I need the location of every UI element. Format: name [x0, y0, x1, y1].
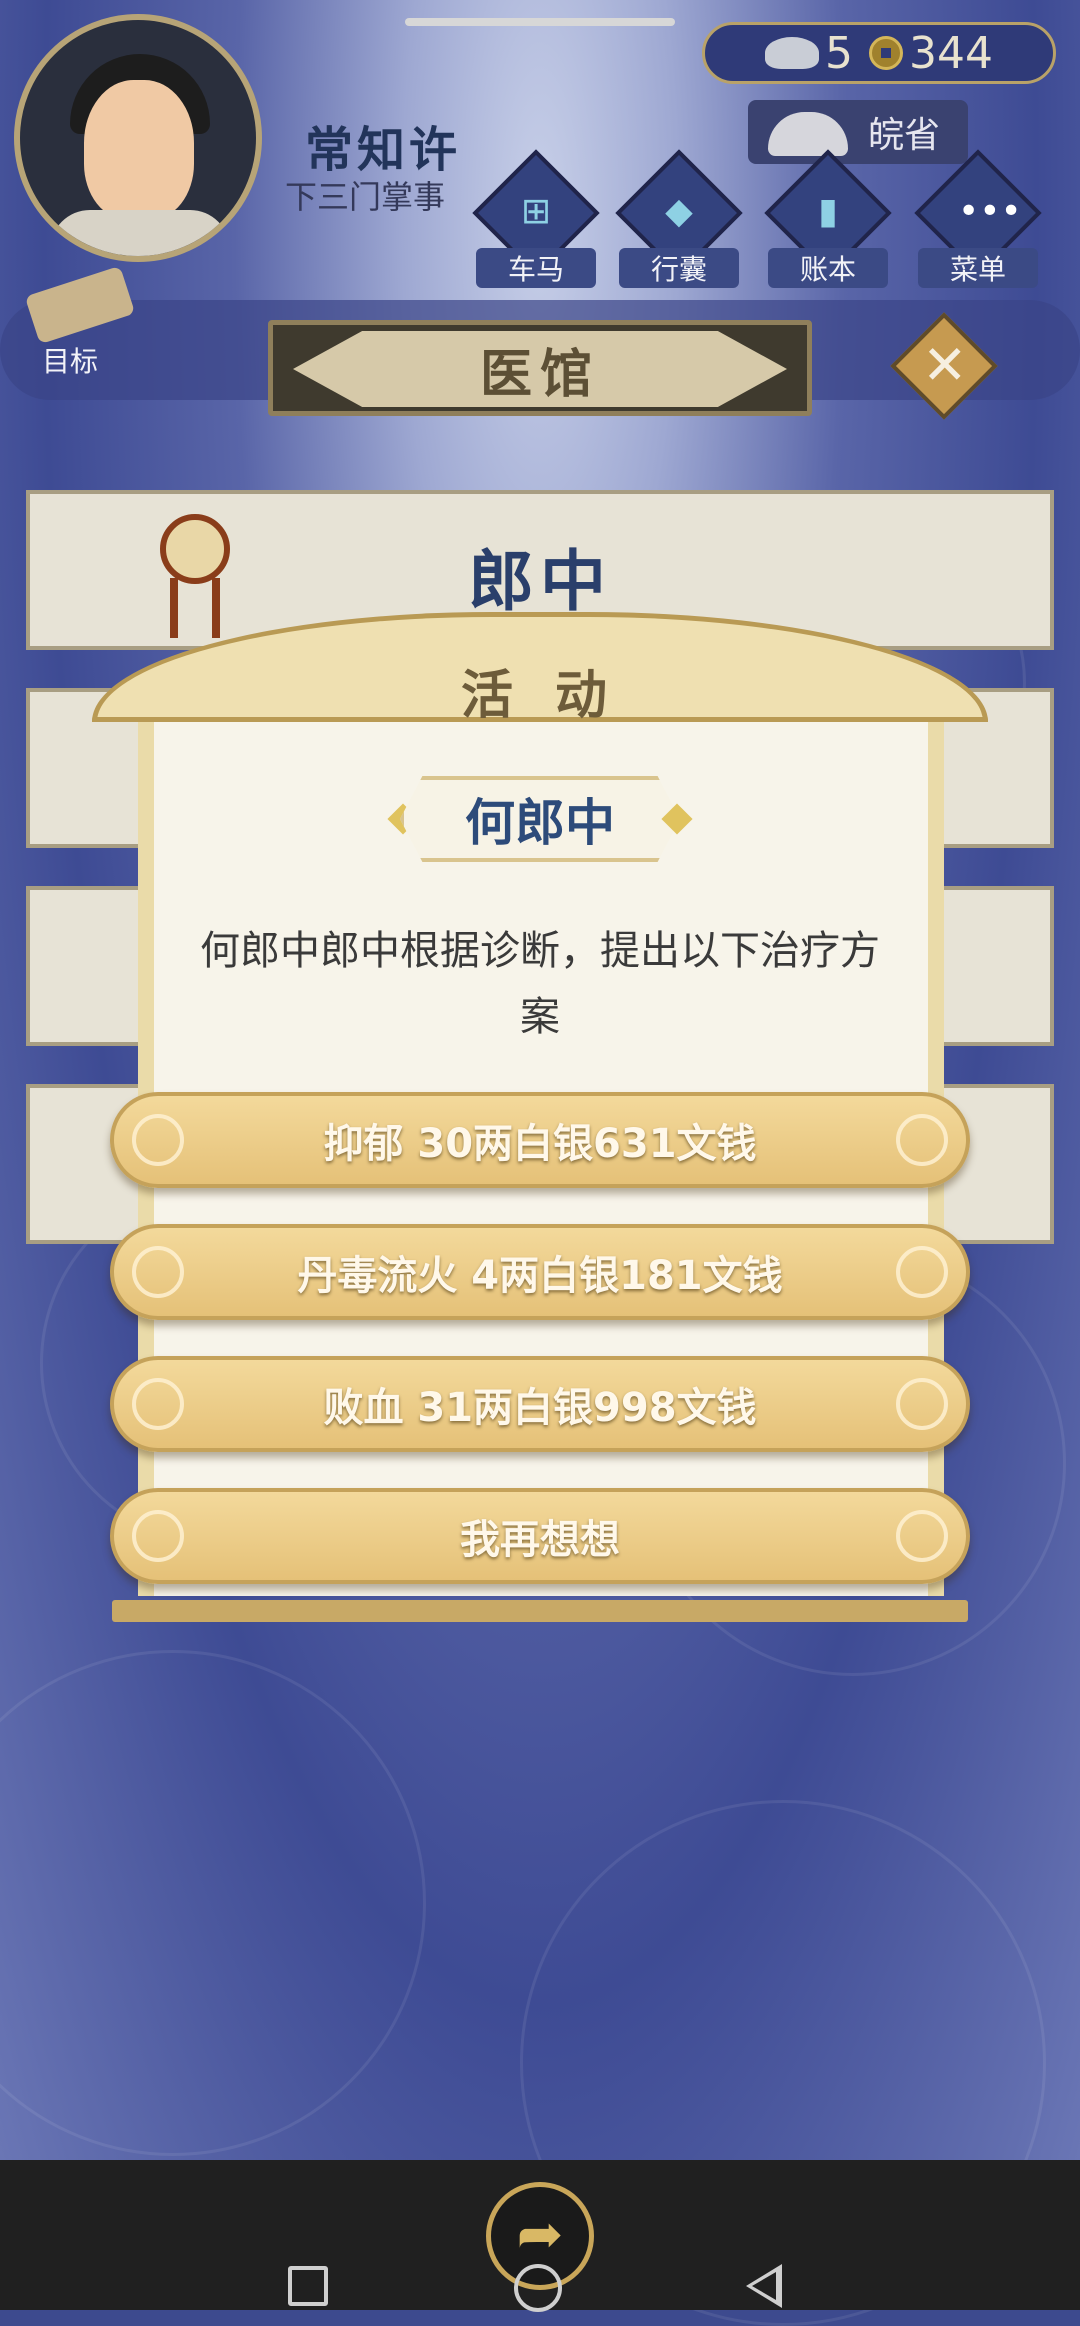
location-banner: 医馆 — [268, 320, 812, 416]
currency-bar: 5 344 — [702, 22, 1056, 84]
cloud-ornament-icon — [132, 1378, 184, 1430]
carriage-icon: ⊞ — [520, 191, 552, 232]
dialog-bottom-edge — [112, 1600, 968, 1622]
province-button[interactable]: 皖省 — [748, 100, 968, 164]
ledger-button[interactable]: ▮ 账本 — [764, 149, 892, 288]
carriage-button[interactable]: ⊞ 车马 — [472, 149, 600, 288]
dialog-title: 活 动 — [460, 666, 620, 726]
dialog-description: 何郎中郎中根据诊断，提出以下治疗方案 — [200, 928, 880, 1040]
back-button[interactable] — [746, 2264, 782, 2308]
home-button[interactable] — [514, 2264, 562, 2312]
silver-count: 5 — [825, 27, 853, 79]
luggage-label: 行囊 — [619, 248, 739, 288]
cancel-option-button[interactable]: 我再想想 — [110, 1488, 970, 1584]
more-dots-icon: ••• — [958, 191, 1022, 232]
cloud-ornament-icon — [896, 1246, 948, 1298]
carriage-label: 车马 — [476, 248, 596, 288]
ledger-icon: ▮ — [818, 191, 838, 232]
luggage-icon: ◆ — [665, 191, 693, 232]
cloud-ornament-icon — [896, 1510, 948, 1562]
status-notch — [405, 18, 675, 26]
goal-label: 目标 — [42, 345, 99, 378]
option-button-1[interactable]: 抑郁 30两白银631文钱 — [110, 1092, 970, 1188]
card-title: 郎中 — [468, 543, 612, 620]
npc-name: 何郎中 — [400, 776, 680, 862]
cloud-ornament-icon — [896, 1378, 948, 1430]
cloud-ornament-icon — [132, 1510, 184, 1562]
copper-coin-icon — [869, 36, 903, 70]
cloud-ornament-icon — [132, 1114, 184, 1166]
share-icon: ➦ — [516, 2202, 564, 2267]
luggage-button[interactable]: ◆ 行囊 — [615, 149, 743, 288]
cloud-ornament-icon — [896, 1114, 948, 1166]
option-button-3[interactable]: 败血 31两白银998文钱 — [110, 1356, 970, 1452]
option-button-2[interactable]: 丹毒流火 4两白银181文钱 — [110, 1224, 970, 1320]
menu-button[interactable]: ••• 菜单 — [914, 149, 1042, 288]
location-title: 医馆 — [293, 331, 787, 407]
menu-label: 菜单 — [918, 248, 1038, 288]
recent-apps-button[interactable] — [288, 2266, 328, 2306]
player-name: 常知许 — [305, 122, 462, 178]
silver-ingot-icon — [765, 37, 819, 69]
coin-count: 344 — [909, 27, 993, 79]
ledger-label: 账本 — [768, 248, 888, 288]
player-avatar[interactable] — [14, 14, 262, 262]
cloud-ornament-icon — [132, 1246, 184, 1298]
goal-button[interactable]: 目标 — [20, 265, 136, 378]
close-icon: ✕ — [922, 333, 968, 397]
iron-icon — [768, 112, 848, 156]
province-label: 皖省 — [867, 115, 940, 156]
player-rank: 下三门掌事 — [285, 178, 446, 216]
